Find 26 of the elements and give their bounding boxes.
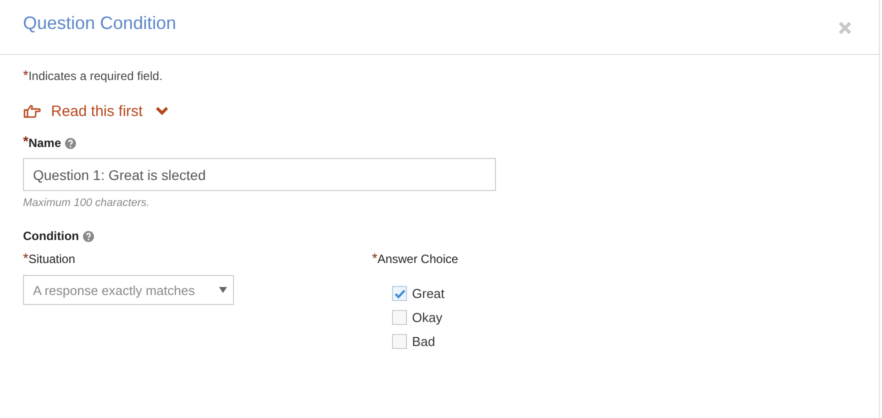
dropdown-arrow-icon [219, 287, 227, 293]
help-icon[interactable] [82, 230, 94, 242]
checkbox-label: Bad [412, 334, 436, 349]
checkbox-label: Great [412, 286, 445, 301]
chevron-down-icon [154, 106, 169, 116]
required-marker: * [23, 135, 28, 147]
checkbox-label: Okay [412, 310, 442, 325]
required-marker: * [23, 252, 28, 264]
situation-dropdown[interactable]: A response exactly matches [23, 275, 234, 305]
field-label: Answer Choice [377, 252, 458, 266]
help-icon[interactable] [65, 138, 76, 148]
required-note: Indicates a required field. [28, 69, 163, 83]
close-icon[interactable] [838, 21, 852, 35]
required-marker: * [23, 67, 28, 83]
field-label: Name [28, 136, 62, 150]
dialog-title: Question Condition [23, 12, 176, 34]
required-marker: * [372, 252, 378, 264]
checkbox[interactable] [392, 334, 407, 349]
name-field[interactable]: Question 1: Great is slected [23, 158, 496, 191]
checkbox[interactable] [392, 286, 407, 301]
help-text: Maximum 100 characters. [23, 197, 151, 209]
pointing-hand-icon [23, 104, 41, 118]
field-label: Situation [28, 252, 76, 266]
section-label: Condition [23, 229, 79, 243]
checkbox[interactable] [392, 310, 407, 325]
read-first-toggle[interactable]: Read this first [23, 101, 856, 121]
